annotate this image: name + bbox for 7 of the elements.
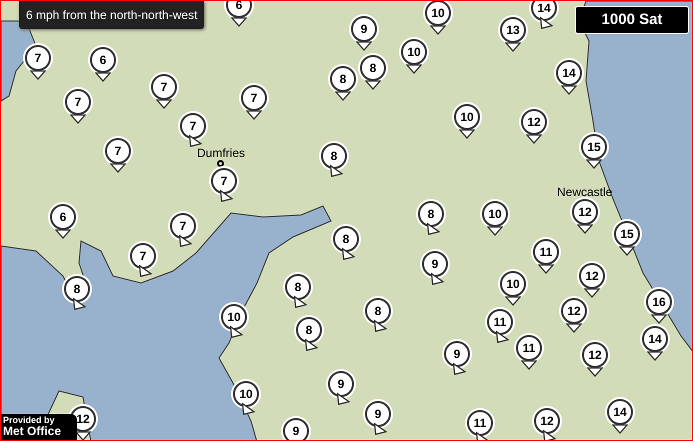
credit-text: Provided by	[3, 416, 56, 425]
wind-speed-marker[interactable]: 9	[283, 418, 309, 440]
wind-speed-marker[interactable]: 11	[467, 410, 493, 436]
place-label: Dumfries	[197, 145, 246, 162]
time-badge: 1000 Sat	[575, 6, 689, 34]
brand-text: Met Office	[3, 425, 62, 437]
tooltip: 6 mph from the north-north-west	[19, 1, 204, 29]
